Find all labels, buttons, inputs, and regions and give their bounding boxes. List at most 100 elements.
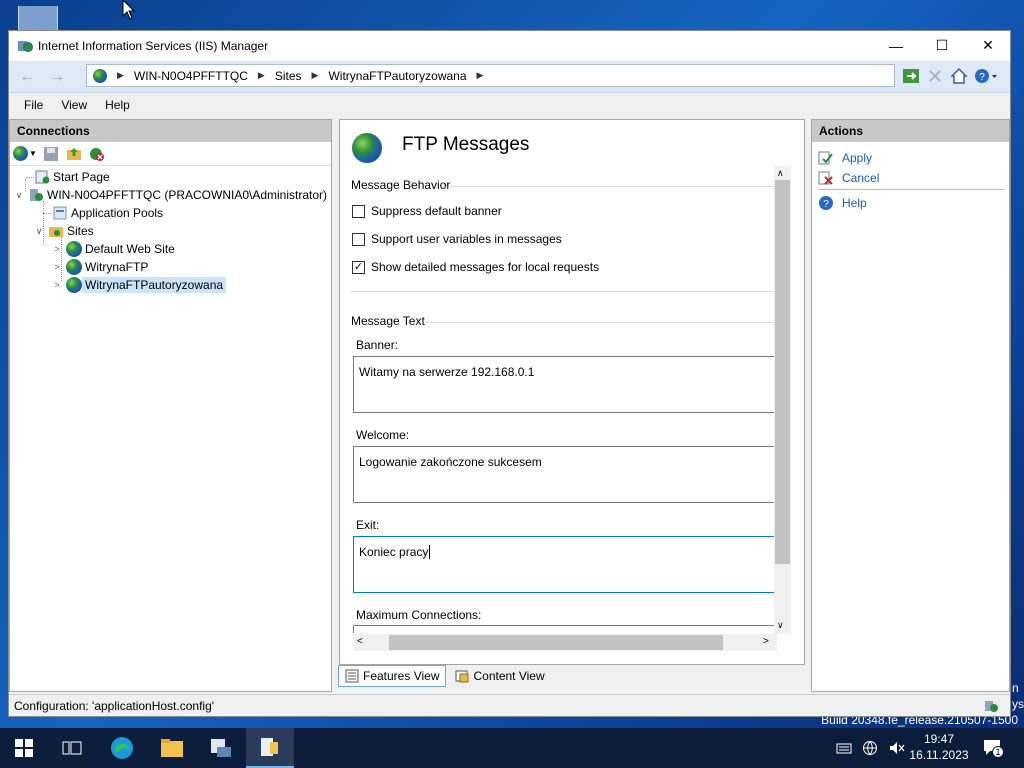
feature-panel: FTP Messages Message Behavior Suppress d… (339, 119, 805, 665)
menu-view[interactable]: View (52, 98, 96, 112)
home-icon[interactable] (949, 66, 969, 86)
chevron-right-icon[interactable]: ▶ (477, 70, 484, 81)
chevron-down-icon[interactable]: ∨ (14, 190, 24, 201)
server-manager-icon (211, 739, 231, 757)
checkbox-box[interactable] (352, 204, 365, 218)
max-connections-input[interactable] (353, 625, 777, 633)
taskbar: 19:47 16.11.2023 1 (0, 728, 1024, 768)
taskbar-file-explorer[interactable] (148, 728, 196, 768)
task-view-button[interactable] (48, 728, 96, 768)
breadcrumb-item-server[interactable]: WIN-N0O4PFFTTQC (124, 69, 258, 83)
chevron-down-icon[interactable]: ∨ (34, 226, 44, 237)
vertical-scroll-thumb[interactable] (775, 180, 790, 564)
view-tabs: Features View Content View (338, 665, 552, 689)
svg-text:?: ? (979, 72, 985, 83)
scroll-down-icon[interactable]: ∨ (777, 620, 784, 631)
ftp-messages-globe-icon (352, 133, 382, 163)
welcome-textarea[interactable]: Logowanie zakończone sukcesem (353, 446, 777, 503)
network-globe-icon[interactable] (862, 740, 878, 756)
iis-manager-window: Internet Information Services (IIS) Mana… (8, 30, 1011, 717)
mouse-cursor-icon (122, 0, 136, 20)
scroll-left-icon[interactable]: < (357, 636, 363, 647)
system-tray (836, 728, 906, 768)
taskbar-clock[interactable]: 19:47 16.11.2023 (904, 731, 974, 763)
server-icon (30, 189, 43, 201)
address-bar: ← → ▶ WIN-N0O4PFFTTQC ▶ Sites ▶ WitrynaF… (9, 61, 1010, 93)
menu-help[interactable]: Help (96, 98, 139, 112)
app-pools-icon (53, 206, 67, 220)
recycle-bin-icon[interactable] (18, 6, 58, 32)
tree-item-sites[interactable]: ∨ Sites (34, 222, 97, 240)
tab-content-view[interactable]: Content View (448, 665, 551, 687)
tree-item-label: WIN-N0O4PFFTTQC (PRACOWNIA0\Administrato… (47, 188, 328, 202)
scroll-up-icon[interactable]: ∧ (777, 168, 784, 179)
tree-item-app-pools[interactable]: Application Pools (52, 204, 166, 222)
checkmark-icon[interactable]: ✓ (352, 260, 365, 274)
chevron-right-icon[interactable]: > (52, 244, 62, 254)
section-message-text: Message Text (351, 314, 425, 328)
chevron-right-icon: ▶ (311, 70, 319, 80)
iis-manager-icon (261, 738, 278, 756)
disconnect-icon[interactable] (88, 145, 106, 163)
tree-item-label: Default Web Site (85, 242, 175, 256)
chevron-right-icon[interactable]: > (52, 262, 62, 272)
close-button[interactable]: ✕ (965, 31, 1011, 60)
tree-item-start-page[interactable]: Start Page (34, 168, 113, 186)
welcome-label: Welcome: (356, 428, 410, 442)
tree-item-label: Application Pools (71, 206, 164, 220)
forward-arrow-icon[interactable]: → (43, 66, 71, 88)
horizontal-scroll-thumb[interactable] (389, 635, 723, 650)
breadcrumb[interactable]: ▶ WIN-N0O4PFFTTQC ▶ Sites ▶ WitrynaFTPau… (86, 64, 895, 87)
connect-dropdown-button[interactable]: ▼ (13, 146, 37, 161)
checkbox-suppress-banner[interactable]: Suppress default banner (352, 204, 502, 218)
tab-features-view[interactable]: Features View (338, 665, 447, 687)
keyboard-icon[interactable] (836, 741, 852, 755)
tree-item-server[interactable]: ∨ WIN-N0O4PFFTTQC (PRACOWNIA0\Administra… (14, 186, 330, 204)
notification-center-button[interactable]: 1 (982, 738, 1004, 758)
checkbox-user-variables[interactable]: Support user variables in messages (352, 232, 562, 246)
window-title: Internet Information Services (IIS) Mana… (38, 39, 269, 53)
up-folder-icon[interactable] (65, 145, 83, 163)
vertical-scrollbar[interactable]: ∧ ∨ (774, 166, 791, 634)
tree-item-label: WitrynaFTP (85, 260, 149, 274)
scroll-right-icon[interactable]: > (763, 636, 769, 647)
exit-textarea[interactable]: Koniec pracy (353, 536, 777, 593)
checkbox-box[interactable] (352, 232, 365, 246)
banner-label: Banner: (356, 338, 399, 352)
menu-file[interactable]: File (15, 98, 52, 112)
action-apply[interactable]: Apply (818, 150, 872, 166)
taskbar-edge[interactable] (98, 728, 146, 768)
back-arrow-icon[interactable]: ← (13, 66, 41, 88)
maximize-button[interactable]: ☐ (919, 31, 965, 60)
tree-item-witrynaftp[interactable]: > WitrynaFTP (52, 258, 151, 276)
text-caret (429, 545, 431, 559)
start-button[interactable] (0, 728, 48, 768)
action-label: Apply (842, 151, 873, 165)
checkbox-detailed-messages[interactable]: ✓ Show detailed messages for local reque… (352, 260, 599, 274)
horizontal-scrollbar[interactable]: < > (353, 634, 777, 651)
cancel-icon (818, 171, 833, 185)
help-icon[interactable]: ? (973, 66, 999, 86)
save-icon[interactable] (42, 145, 60, 163)
action-help[interactable]: ? Help (818, 195, 867, 211)
checkbox-label: Show detailed messages for local request… (371, 260, 600, 274)
chevron-right-icon[interactable]: > (52, 280, 62, 290)
stop-icon[interactable] (925, 66, 945, 86)
checkbox-label: Support user variables in messages (371, 232, 562, 246)
features-view-icon (345, 669, 359, 683)
refresh-icon[interactable] (901, 66, 921, 86)
minimize-button[interactable]: — (873, 31, 919, 60)
title-bar[interactable]: Internet Information Services (IIS) Mana… (9, 31, 1010, 61)
breadcrumb-item-sites[interactable]: Sites (265, 69, 312, 83)
clock-date: 16.11.2023 (909, 748, 969, 762)
tree-item-default-web-site[interactable]: > Default Web Site (52, 240, 178, 258)
banner-textarea[interactable]: Witamy na serwerze 192.168.0.1 (353, 356, 777, 413)
taskbar-iis-manager[interactable] (246, 728, 294, 768)
action-cancel[interactable]: Cancel (818, 170, 879, 186)
action-label: Help (842, 196, 867, 210)
taskbar-server-manager[interactable] (197, 728, 245, 768)
tree-item-witrynaftpautoryzowana[interactable]: > WitrynaFTPautoryzowana (52, 276, 227, 294)
action-label: Cancel (842, 171, 880, 185)
actions-title: Actions (812, 120, 1009, 142)
breadcrumb-item-site[interactable]: WitrynaFTPautoryzowana (318, 69, 476, 83)
